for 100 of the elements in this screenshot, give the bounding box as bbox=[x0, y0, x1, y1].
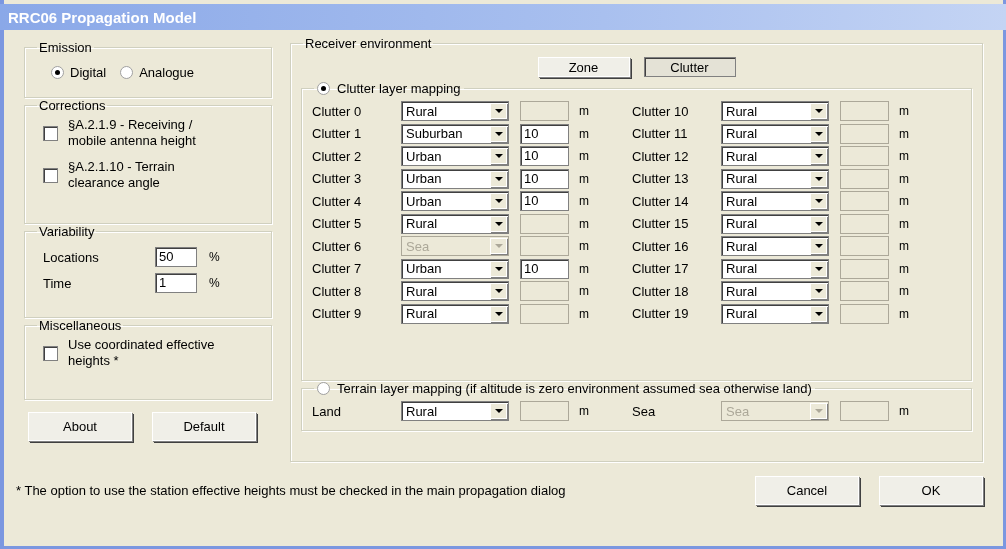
group-title: Emission bbox=[38, 40, 93, 55]
radio-button[interactable] bbox=[317, 82, 330, 95]
row-label: Clutter 17 bbox=[632, 261, 690, 276]
height-field[interactable]: 10 bbox=[520, 168, 569, 189]
height-field[interactable] bbox=[840, 303, 889, 324]
radio-button[interactable] bbox=[317, 382, 330, 395]
unit-label: m bbox=[579, 104, 589, 118]
unit-label: m bbox=[579, 284, 589, 298]
height-field[interactable] bbox=[520, 303, 569, 324]
checkbox[interactable] bbox=[43, 125, 58, 141]
height-field[interactable] bbox=[520, 213, 569, 234]
dropdown[interactable]: Urban bbox=[401, 168, 509, 189]
unit-label: m bbox=[899, 104, 909, 118]
radio-label[interactable]: Digital bbox=[70, 65, 107, 80]
dropdown[interactable]: Suburban bbox=[401, 123, 509, 144]
height-field[interactable] bbox=[520, 401, 569, 421]
dropdown[interactable]: Rural bbox=[401, 281, 509, 301]
dropdown[interactable]: Rural bbox=[401, 101, 509, 121]
field-label: Time bbox=[43, 275, 73, 291]
group-title: Miscellaneous bbox=[38, 318, 123, 333]
radio-label[interactable]: Analogue bbox=[139, 65, 195, 80]
dropdown[interactable]: Rural bbox=[401, 303, 509, 324]
group-title: Receiver environment bbox=[304, 36, 433, 51]
unit-label: % bbox=[209, 276, 220, 290]
dropdown[interactable]: Rural bbox=[721, 258, 829, 279]
dialog-button[interactable]: OK bbox=[879, 476, 983, 505]
unit-label: m bbox=[899, 261, 909, 276]
unit-label: m bbox=[579, 239, 589, 253]
dropdown[interactable]: Rural bbox=[721, 213, 829, 234]
checkbox[interactable] bbox=[43, 345, 58, 361]
height-field[interactable]: 10 bbox=[520, 123, 569, 144]
height-field[interactable] bbox=[520, 236, 569, 256]
unit-label: m bbox=[579, 149, 589, 163]
row-label: Clutter 7 bbox=[312, 261, 363, 276]
radio-button[interactable] bbox=[120, 66, 134, 79]
height-field[interactable] bbox=[520, 101, 569, 121]
height-field[interactable] bbox=[840, 401, 889, 421]
height-field[interactable]: 10 bbox=[520, 258, 569, 279]
row-label: Clutter 16 bbox=[632, 238, 690, 254]
field-label: Locations bbox=[43, 249, 100, 265]
unit-label: m bbox=[899, 194, 909, 208]
row-label: Clutter 19 bbox=[632, 306, 690, 321]
dialog-button[interactable]: About bbox=[28, 412, 132, 441]
height-field[interactable] bbox=[840, 101, 889, 121]
window-title: RRC06 Propagation Model bbox=[0, 4, 1006, 30]
toggle-button[interactable]: Clutter bbox=[643, 57, 736, 77]
input-field[interactable]: 1 bbox=[155, 273, 197, 293]
checkbox-label[interactable]: Use coordinated effective heights * bbox=[68, 337, 218, 369]
row-label: Clutter 8 bbox=[312, 283, 363, 299]
unit-label: m bbox=[579, 261, 589, 276]
height-field[interactable] bbox=[840, 191, 889, 211]
unit-label: m bbox=[579, 194, 589, 208]
radio-label[interactable]: Terrain layer mapping (if altitude is zero environment assumed sea otherwise land) bbox=[337, 381, 812, 396]
height-field[interactable] bbox=[840, 168, 889, 189]
radio-label[interactable]: Clutter layer mapping bbox=[337, 81, 461, 96]
unit-label: m bbox=[899, 284, 909, 298]
input-field[interactable]: 50 bbox=[155, 247, 197, 267]
dropdown[interactable]: Rural bbox=[721, 281, 829, 301]
height-field[interactable] bbox=[840, 213, 889, 234]
row-label: Clutter 14 bbox=[632, 193, 690, 209]
checkbox-label[interactable]: §A.2.1.9 - Receiving / mobile antenna height bbox=[68, 117, 228, 149]
radio-button[interactable] bbox=[51, 66, 64, 79]
height-field[interactable] bbox=[840, 146, 889, 166]
row-label: Land bbox=[312, 403, 342, 419]
row-label: Clutter 12 bbox=[632, 148, 690, 164]
dropdown[interactable]: Rural bbox=[721, 191, 829, 211]
unit-label: m bbox=[899, 149, 909, 163]
row-label: Clutter 9 bbox=[312, 306, 363, 321]
height-field[interactable] bbox=[840, 123, 889, 144]
dropdown[interactable]: Rural bbox=[721, 101, 829, 121]
row-label: Clutter 18 bbox=[632, 283, 690, 299]
dropdown[interactable]: Urban bbox=[401, 146, 509, 166]
dropdown[interactable]: Rural bbox=[401, 213, 509, 234]
toggle-button[interactable]: Zone bbox=[537, 57, 630, 77]
unit-label: m bbox=[579, 171, 589, 186]
dialog-button[interactable]: Default bbox=[152, 412, 256, 441]
group-title: Corrections bbox=[38, 98, 107, 113]
unit-label: m bbox=[899, 126, 909, 141]
dropdown[interactable]: Rural bbox=[401, 401, 509, 421]
dropdown[interactable]: Rural bbox=[721, 168, 829, 189]
row-label: Clutter 2 bbox=[312, 148, 363, 164]
height-field[interactable] bbox=[520, 281, 569, 301]
dialog-button[interactable]: Cancel bbox=[755, 476, 859, 505]
dropdown[interactable]: Urban bbox=[401, 258, 509, 279]
dropdown[interactable]: Rural bbox=[721, 123, 829, 144]
unit-label: m bbox=[579, 404, 589, 418]
checkbox[interactable] bbox=[43, 167, 58, 183]
unit-label: m bbox=[899, 239, 909, 253]
height-field[interactable]: 10 bbox=[520, 146, 569, 166]
height-field[interactable] bbox=[840, 281, 889, 301]
height-field[interactable] bbox=[840, 236, 889, 256]
dropdown[interactable]: Rural bbox=[721, 236, 829, 256]
row-label: Clutter 4 bbox=[312, 193, 363, 209]
height-field[interactable] bbox=[840, 258, 889, 279]
height-field[interactable]: 10 bbox=[520, 191, 569, 211]
dropdown[interactable]: Urban bbox=[401, 191, 509, 211]
checkbox-label[interactable]: §A.2.1.10 - Terrain clearance angle bbox=[68, 159, 228, 191]
dropdown[interactable]: Rural bbox=[721, 303, 829, 324]
dropdown[interactable]: Rural bbox=[721, 146, 829, 166]
row-label: Clutter 3 bbox=[312, 171, 363, 186]
